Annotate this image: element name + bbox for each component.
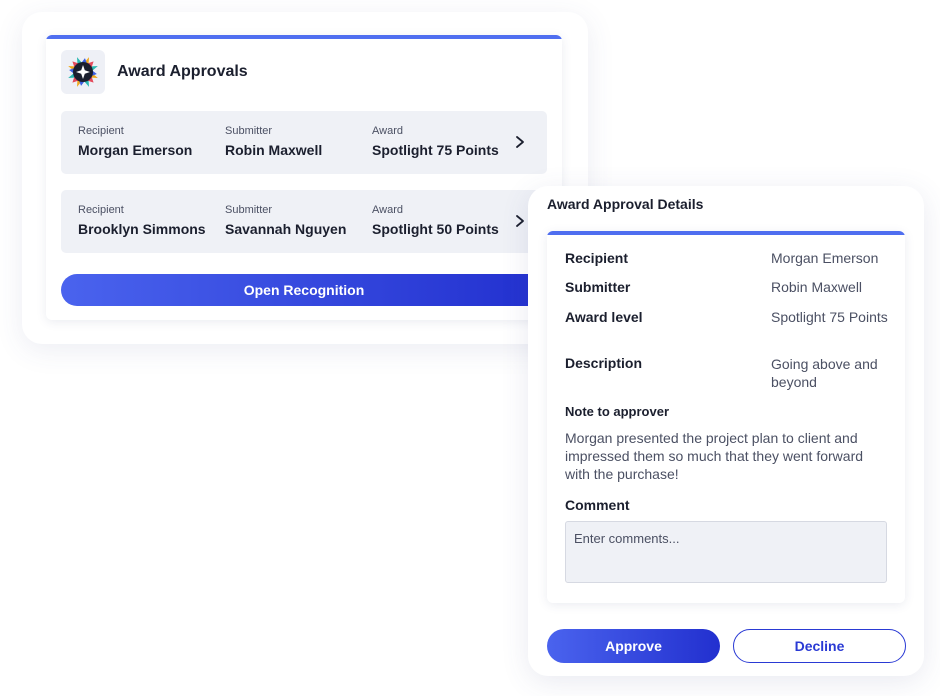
award-approval-details-card: Recipient Morgan Emerson Submitter Robin…	[547, 231, 905, 603]
award-column: Award Spotlight 50 Points	[372, 204, 499, 237]
note-to-approver-text: Morgan presented the project plan to cli…	[565, 430, 864, 482]
comment-input[interactable]	[565, 521, 887, 583]
comment-label: Comment	[565, 497, 630, 513]
recipient-label: Recipient	[78, 204, 124, 216]
approve-button[interactable]: Approve	[547, 629, 720, 663]
accent-bar	[46, 35, 562, 39]
submitter-value: Robin Maxwell	[771, 279, 863, 295]
award-value: Spotlight 75 Points	[372, 142, 499, 158]
award-label: Award	[372, 125, 403, 137]
recipient-value: Morgan Emerson	[771, 250, 879, 266]
award-label: Award	[372, 204, 403, 216]
recipient-value: Morgan Emerson	[78, 142, 193, 158]
award-approvals-card: Award Approvals Recipient Morgan Emerson…	[46, 35, 562, 320]
card-title: Award Approvals	[117, 63, 248, 80]
submitter-column: Submitter Savannah Nguyen	[225, 204, 346, 237]
submitter-column: Submitter Robin Maxwell	[225, 125, 322, 158]
recipient-label: Recipient	[565, 250, 629, 266]
star-award-logo-icon	[61, 50, 105, 94]
recipient-value: Brooklyn Simmons	[78, 221, 206, 237]
card-header: Award Approvals	[61, 50, 248, 94]
recipient-label: Recipient	[78, 125, 124, 137]
recipient-column: Recipient Morgan Emerson	[78, 125, 192, 158]
chevron-right-icon[interactable]	[513, 213, 527, 229]
submitter-label: Submitter	[225, 204, 273, 216]
chevron-right-icon[interactable]	[513, 134, 527, 150]
details-title: Award Approval Details	[547, 196, 704, 212]
submitter-label: Submitter	[225, 125, 273, 137]
submitter-value: Savannah Nguyen	[225, 221, 347, 237]
award-level-label: Award level	[565, 309, 643, 325]
description-label: Description	[565, 355, 643, 371]
accent-bar	[547, 231, 905, 235]
submitter-value: Robin Maxwell	[225, 142, 323, 158]
award-column: Award Spotlight 75 Points	[372, 125, 499, 158]
submitter-label: Submitter	[565, 279, 631, 295]
award-level-value: Spotlight 75 Points	[771, 309, 888, 325]
note-to-approver-label: Note to approver	[565, 404, 670, 419]
recipient-column: Recipient Brooklyn Simmons	[78, 204, 206, 237]
approval-row[interactable]: Recipient Brooklyn Simmons Submitter Sav…	[61, 190, 547, 253]
open-recognition-button[interactable]: Open Recognition	[61, 274, 547, 306]
award-value: Spotlight 50 Points	[372, 221, 499, 237]
description-value: Going above and beyond	[771, 356, 878, 390]
approval-row[interactable]: Recipient Morgan Emerson Submitter Robin…	[61, 111, 547, 174]
decline-button[interactable]: Decline	[733, 629, 906, 663]
